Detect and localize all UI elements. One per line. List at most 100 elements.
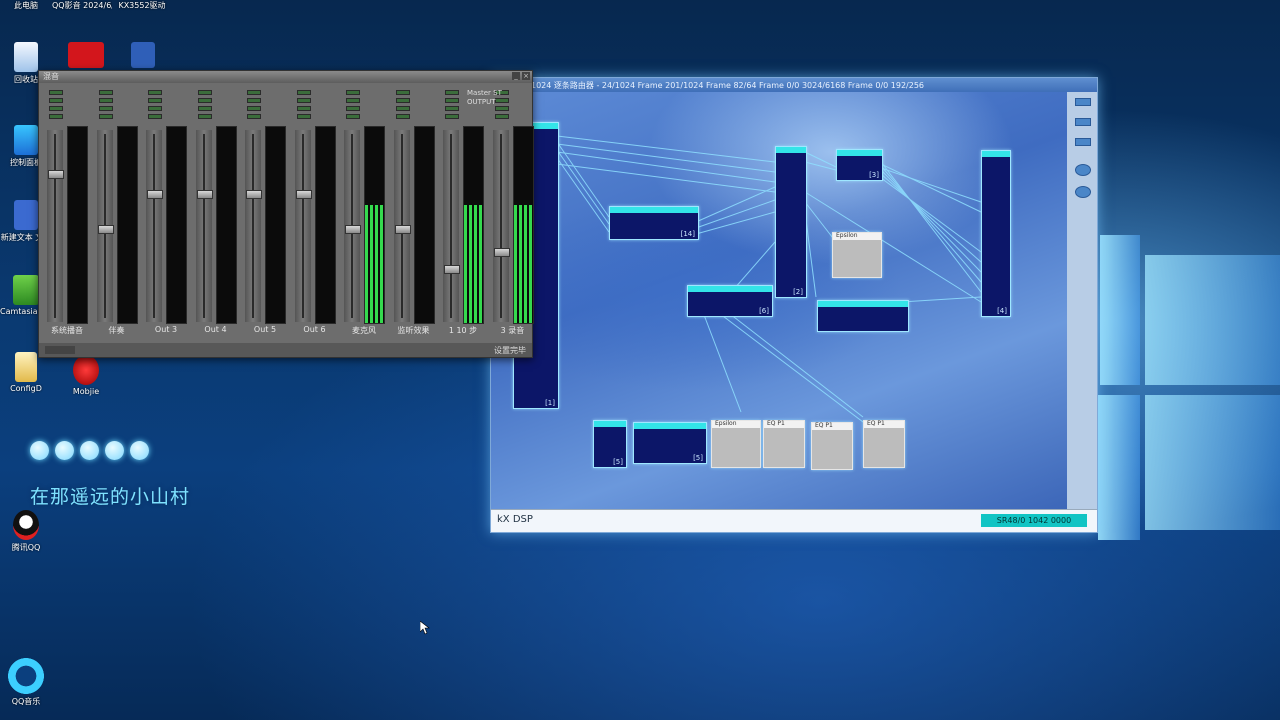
fader-knob[interactable] [196,190,213,199]
dsp-block-14[interactable]: [14] [609,206,699,240]
channel-label: 1 10 步 [448,326,478,335]
toolbar-button[interactable] [1075,138,1091,146]
desktop-icon-qq-music[interactable]: QQ音乐 [0,658,52,707]
dsp-effect-eq[interactable]: EQ P1 [763,420,805,468]
channel-fader[interactable] [344,130,361,322]
desktop-icon-label: QQ音乐 [11,697,41,706]
mixer-channel-strip: Out 5 [241,85,289,334]
dsp-block-6[interactable]: [6] [687,285,773,317]
dsp-effect-eq-3[interactable]: EQ P1 [863,420,905,468]
channel-leds [148,90,162,122]
fader-knob[interactable] [493,248,510,257]
dsp-block-5b[interactable]: [5] [633,422,707,464]
minimize-button[interactable]: _ [512,72,520,80]
lyric-dot [55,441,74,460]
mixer-channel-strip: Out 3 [142,85,190,334]
mixer-mini-controls[interactable] [45,346,75,354]
red-app-icon [68,42,104,68]
block-id: [4] [997,307,1007,315]
dsp-block-2[interactable]: [2] [775,146,807,298]
dsp-window[interactable]: 1024 逐条路由器 - 24/1024 Frame 201/1024 Fram… [490,77,1098,533]
lyric-dot [30,441,49,460]
kx-icon [131,42,155,68]
dsp-block-5[interactable]: [5] [593,420,627,468]
channel-label: Out 4 [204,325,227,334]
dsp-title-bar[interactable]: 1024 逐条路由器 - 24/1024 Frame 201/1024 Fram… [491,78,1097,92]
zoom-out-icon[interactable] [1075,186,1091,198]
windows-light-beam [1145,255,1280,385]
fader-knob[interactable] [295,190,312,199]
mixer-channel-strip: 系统播音 [43,85,91,335]
channel-leds [445,90,459,122]
desktop-icon-mobjie[interactable]: Mobjie [60,355,112,396]
wire [880,163,982,213]
block-header: Epsilon [833,232,881,240]
channel-meter [166,126,187,324]
effect-label: EQ P1 [767,420,785,427]
desktop-icon-this-pc[interactable]: 此电脑 [0,0,52,11]
desktop-icon-label: 腾讯QQ [11,543,41,552]
dsp-status-bar: kX DSP SR48/0 1042 0000 [491,509,1097,532]
dsp-toolbar [1067,92,1097,510]
toolbar-button[interactable] [1075,118,1091,126]
mixer-channel-strip: Out 6 [291,85,339,334]
fader-knob[interactable] [246,190,262,199]
channel-fader[interactable] [146,130,163,322]
channel-fader[interactable] [245,130,262,322]
dsp-routing-canvas[interactable]: [1] [14] [2] [3] [6] [4] Epsilon [5] [5]… [491,92,1067,510]
wire [900,296,982,303]
channel-leds [247,90,261,122]
control-panel-icon [14,125,38,155]
channel-fader[interactable] [393,130,411,322]
mixer-window[interactable]: 混音 _ × 系统播音 伴奏 Out 3 Out 4 Out 5 Out 6 麦克风 监听效果… [38,70,534,358]
camtasia-icon [13,275,39,305]
desktop-icon-qq-player[interactable]: QQ影音 2024/6/06 [52,0,112,11]
lyric-dot [80,441,99,460]
desktop-icon-red-app[interactable] [60,42,112,70]
wire [700,306,742,413]
desktop-icon-label: QQ影音 2024/6/06 [52,1,112,10]
fader-knob[interactable] [345,225,361,234]
dsp-effect-epsilon[interactable]: Epsilon [832,232,882,278]
channel-fader[interactable] [47,130,64,322]
desktop-icon-kx[interactable] [117,42,169,70]
desktop-lyric-line: 在那遥远的小山村 [30,486,191,508]
desktop-icon-label: Mobjie [72,387,100,396]
mixer-channel-strip: Out 4 [192,85,240,334]
fader-knob[interactable] [444,265,460,274]
desktop-icon-configd[interactable]: ConfigD [0,352,52,393]
desktop-icon-label: 此电脑 [14,1,38,10]
channel-meter [116,126,138,324]
fader-knob[interactable] [147,190,163,199]
dsp-block-3[interactable]: [3] [836,149,883,181]
channel-fader[interactable] [195,130,213,322]
channel-fader[interactable] [294,130,312,322]
channel-leds [395,90,410,122]
channel-fader[interactable] [96,130,114,322]
block-header [610,207,698,213]
toolbar-button[interactable] [1075,98,1091,106]
fader-knob[interactable] [48,170,64,179]
channel-leds [296,90,311,122]
channel-fader[interactable] [492,130,510,322]
channel-meter [215,126,237,324]
desktop-icon-qq[interactable]: 腾讯QQ [0,510,52,553]
dsp-block-out[interactable] [817,300,909,332]
block-header: EQ P1 [864,420,904,428]
dsp-effect-epsilon-2[interactable]: Epsilon [711,420,761,468]
mixer-title-bar[interactable]: 混音 _ × [39,71,532,83]
block-header [594,421,626,427]
channel-fader[interactable] [443,130,460,322]
fader-knob[interactable] [394,225,411,234]
dsp-block-4[interactable]: [4] [981,150,1011,317]
close-button[interactable]: × [522,72,530,80]
wire [556,157,610,233]
meter-level [464,205,483,323]
channel-meter [413,126,435,324]
dsp-effect-eq-2[interactable]: EQ P1 [811,422,853,470]
effect-label: Epsilon [836,232,858,239]
fader-knob[interactable] [97,225,114,234]
desktop-icon-kx-driver[interactable]: KX3552驱动 [112,0,172,11]
zoom-icon[interactable] [1075,164,1091,176]
dsp-status-name: kX DSP [497,514,533,525]
